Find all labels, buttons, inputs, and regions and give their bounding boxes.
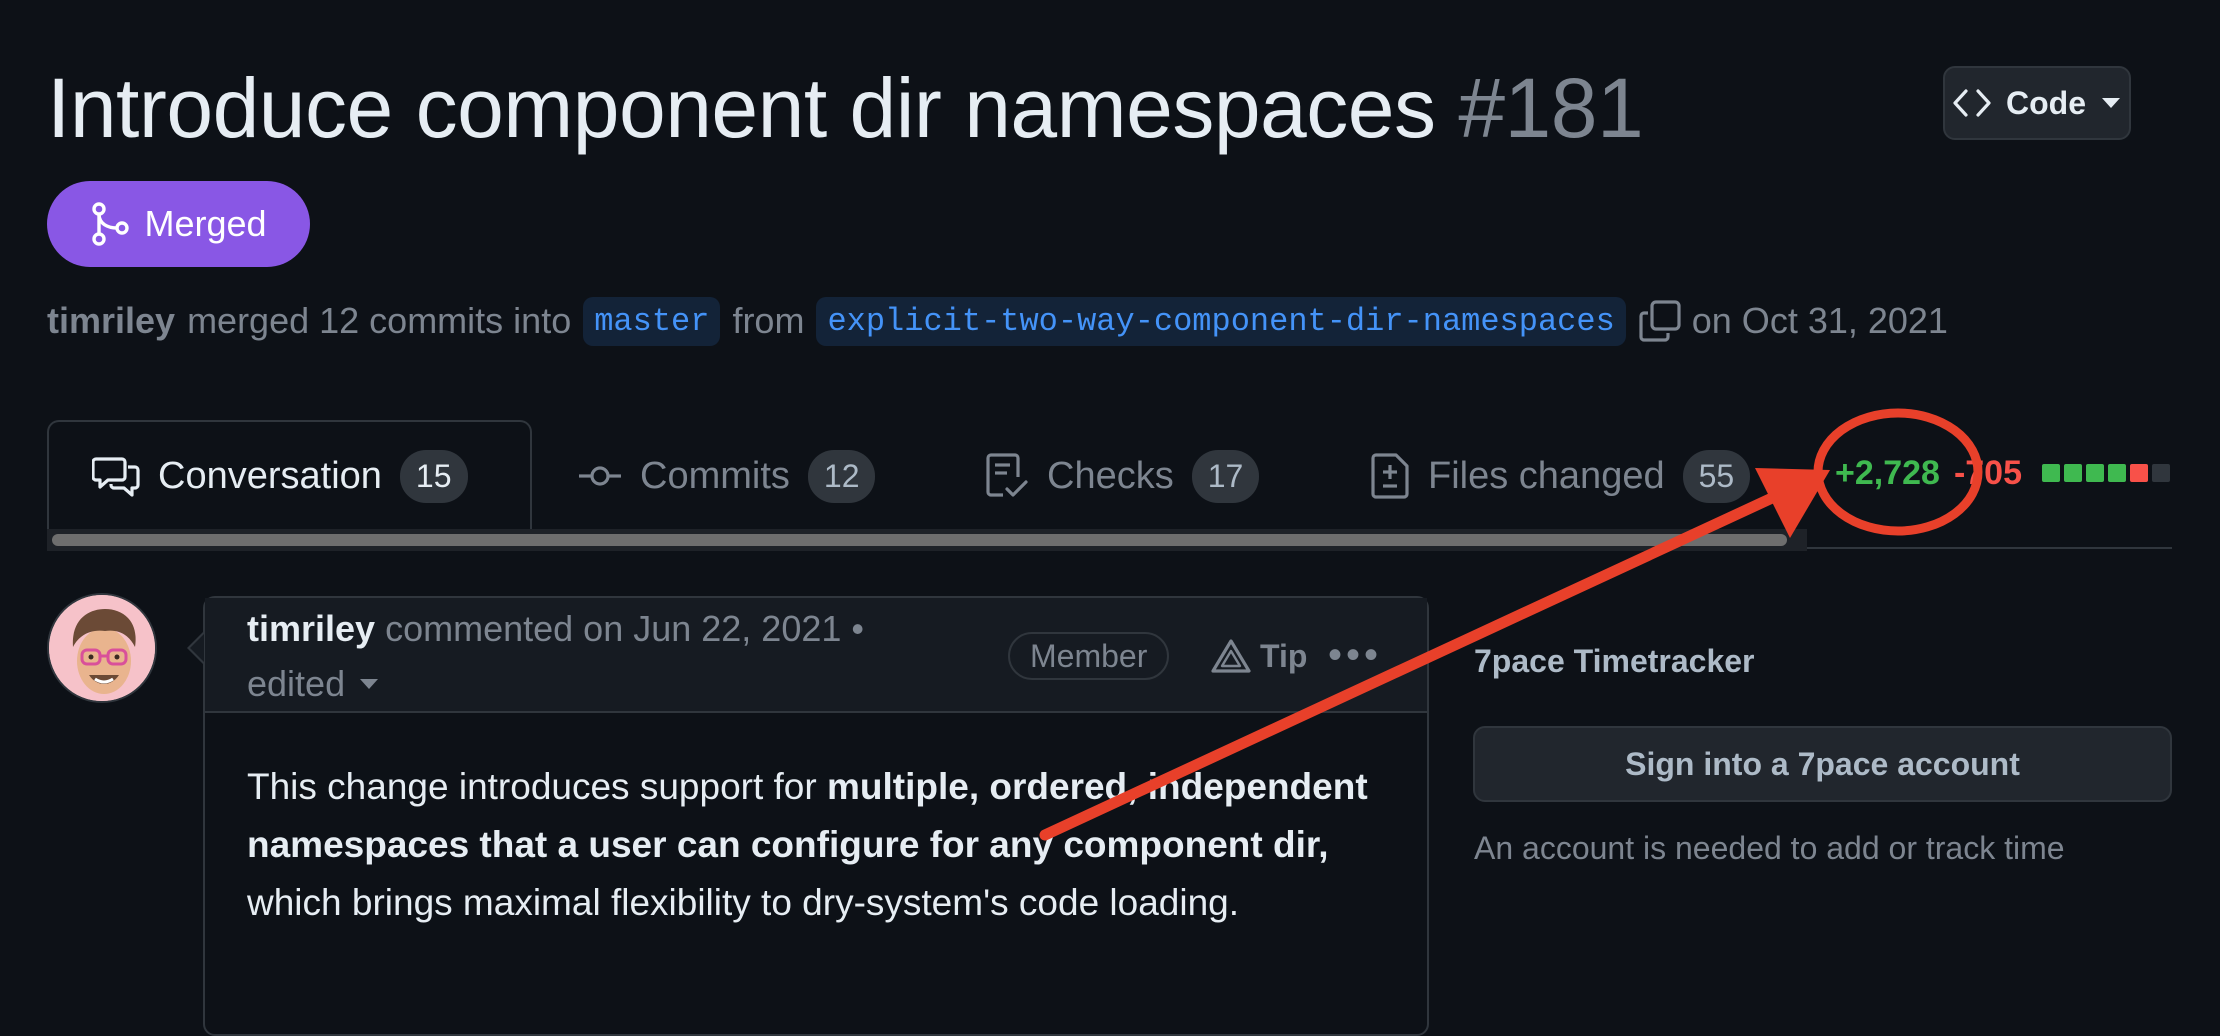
sidebar-title: 7pace Timetracker [1474, 643, 1755, 679]
tab-files-count: 55 [1682, 449, 1751, 503]
pr-number: #181 [1458, 61, 1644, 155]
diffstat-blocks [2042, 464, 2171, 482]
tab-checks-label: Checks [1047, 454, 1174, 497]
author-link[interactable]: timriley [47, 300, 175, 342]
tab-checks[interactable]: Checks 17 [985, 446, 1260, 506]
merge-date: on Oct 31, 2021 [1691, 300, 1948, 341]
annotation-arrow-head [1755, 468, 1830, 538]
comment-body-text-2: which brings maximal flexibility to dry-… [247, 882, 1240, 923]
diffstat-deletions: -705 [1953, 453, 2023, 492]
tab-commits[interactable]: Commits 12 [578, 446, 876, 506]
diffstat-block [2108, 464, 2127, 482]
sign-in-button[interactable]: Sign into a 7pace account [1473, 726, 2172, 802]
tab-files-label: Files changed [1428, 454, 1665, 497]
avatar-memoji [49, 595, 155, 701]
page-title: Introduce component dir namespaces #181 [47, 58, 1644, 158]
file-diff-icon [1371, 453, 1409, 499]
member-badge: Member [1008, 632, 1170, 680]
tab-conversation-content[interactable]: Conversation 15 [92, 446, 468, 506]
tip-button[interactable]: Tip [1210, 632, 1307, 680]
comment-meta: timriley commented on Jun 22, 2021 • [247, 603, 864, 655]
comment-edited[interactable]: edited [247, 658, 379, 710]
status-badge-label: Merged [144, 203, 267, 244]
merged-text: merged 12 commits into [187, 300, 572, 341]
comment-author[interactable]: timriley [247, 608, 375, 649]
copy-icon[interactable] [1638, 299, 1682, 343]
triangle-down-icon [2102, 98, 2120, 108]
comment-pointer-fill [190, 634, 204, 662]
diffstat[interactable]: +2,728 -705 [1835, 450, 2171, 496]
tab-files-changed[interactable]: Files changed 55 [1370, 446, 1751, 506]
tab-conversation-label: Conversation [158, 454, 382, 497]
tab-commits-count: 12 [807, 449, 876, 503]
triangle-down-icon [360, 679, 379, 689]
edited-label: edited [247, 663, 346, 704]
head-branch[interactable]: explicit-two-way-component-dir-namespace… [816, 296, 1626, 346]
diffstat-block [2130, 464, 2149, 482]
from-text: from [732, 300, 805, 341]
tip-label: Tip [1260, 637, 1308, 674]
diffstat-block [2086, 464, 2105, 482]
base-branch[interactable]: master [583, 296, 721, 346]
diffstat-block [2152, 464, 2171, 482]
tabs-scrollbar-thumb[interactable] [52, 534, 1787, 546]
git-commit-icon [579, 466, 621, 486]
tab-checks-count: 17 [1191, 449, 1260, 503]
code-button[interactable]: Code [1943, 66, 2131, 140]
status-badge: Merged [47, 181, 310, 267]
code-icon [1953, 89, 1991, 117]
avatar[interactable] [47, 593, 157, 703]
comment-body: This change introduces support for multi… [247, 758, 1397, 932]
kebab-horizontal-icon[interactable]: ••• [1328, 635, 1382, 675]
git-merge-icon [92, 202, 130, 246]
comment-timestamp[interactable]: commented on Jun 22, 2021 • [385, 608, 864, 649]
alert-triangle-icon [1211, 639, 1251, 673]
checklist-icon [986, 453, 1028, 497]
comment-body-text-1: This change introduces support for [247, 766, 827, 807]
tab-commits-label: Commits [640, 454, 790, 497]
pr-meta-line: timriley merged 12 commits into master f… [47, 292, 1948, 350]
tab-conversation-count: 15 [399, 449, 468, 503]
diffstat-additions: +2,728 [1835, 453, 1940, 492]
pr-title: Introduce component dir namespaces [47, 61, 1436, 155]
diffstat-block [2042, 464, 2061, 482]
diffstat-block [2064, 464, 2083, 482]
comment-discussion-icon [92, 457, 140, 497]
sidebar-note: An account is needed to add or track tim… [1474, 830, 2065, 866]
code-button-label: Code [2006, 84, 2086, 121]
